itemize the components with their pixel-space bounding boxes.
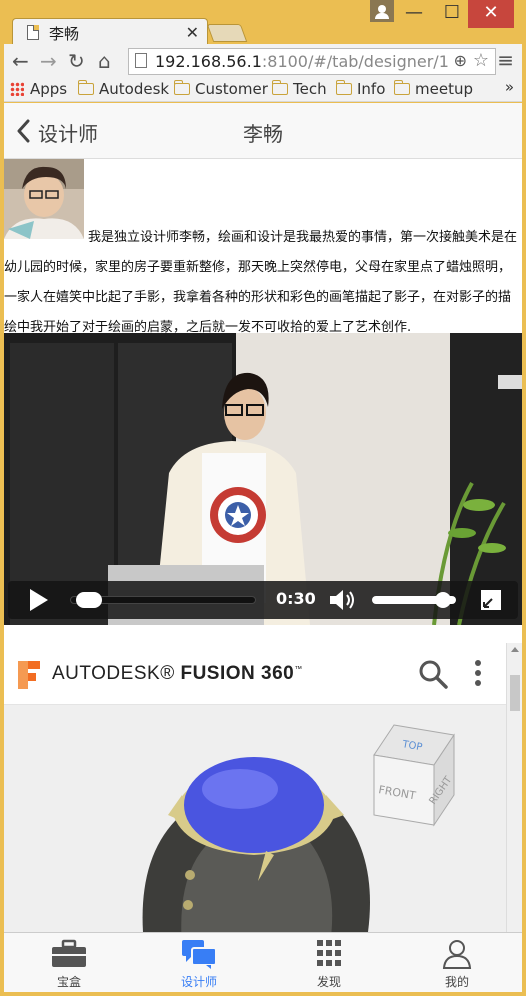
embed-header: AUTODESK® FUSION 360™: [4, 643, 506, 705]
back-arrow-icon[interactable]: ←: [12, 49, 29, 73]
bookmark-label: Info: [357, 80, 386, 98]
profile-icon[interactable]: [370, 0, 394, 22]
zoom-icon[interactable]: ⊕: [454, 51, 467, 70]
folder-icon: [394, 80, 410, 95]
bookmarks-more-icon[interactable]: »: [505, 78, 514, 96]
url-path: :8100/#/tab/designer/1: [261, 52, 449, 71]
browser-tab[interactable]: 李畅 ✕: [12, 18, 208, 46]
bookmark-label: Tech: [293, 80, 327, 98]
bookmark-tech[interactable]: Tech: [272, 80, 327, 98]
embed-scrollbar[interactable]: [506, 643, 522, 932]
menu-icon[interactable]: ≡: [497, 48, 514, 72]
brand-product: FUSION 360: [180, 663, 295, 684]
apps-grid-icon: [10, 82, 24, 96]
designer-bio: 我是独立设计师李畅，绘画和设计是我最热爱的事情，第一次接触美术是在幼儿园的时候，…: [4, 223, 518, 343]
home-icon[interactable]: ⌂: [98, 49, 111, 73]
fusion-brand: AUTODESK® FUSION 360™: [52, 663, 303, 684]
title-bar: 李畅 ✕ — ☐ ✕: [0, 0, 526, 46]
forward-arrow-icon[interactable]: →: [40, 49, 57, 73]
tab-discover[interactable]: 发现: [264, 933, 394, 992]
new-tab-button[interactable]: [206, 24, 248, 42]
designer-detail: 我是独立设计师李畅，绘画和设计是我最热爱的事情，第一次接触美术是在幼儿园的时候，…: [4, 159, 522, 932]
brand-prefix: AUTODESK: [52, 663, 161, 684]
bottom-tab-bar: 宝盒 设计师 发现 我的: [4, 932, 522, 992]
address-bar[interactable]: 192.168.56.1:8100/#/tab/designer/1 ⊕ ☆: [128, 48, 496, 75]
viewcube-icon: TOP FRONT RIGHT: [373, 724, 455, 827]
bookmark-customer[interactable]: Customer: [174, 80, 268, 98]
progress-thumb[interactable]: [76, 592, 103, 608]
url-text[interactable]: 192.168.56.1:8100/#/tab/designer/1: [155, 52, 449, 71]
folder-icon: [272, 80, 288, 95]
tab-baohe[interactable]: 宝盒: [4, 933, 134, 992]
reload-icon[interactable]: ↻: [68, 49, 85, 73]
bookmark-star-icon[interactable]: ☆: [473, 50, 489, 71]
folder-icon: [174, 80, 190, 95]
fusion-logo-icon: [18, 661, 40, 689]
play-icon[interactable]: [30, 589, 48, 611]
folder-icon: [78, 80, 94, 95]
browser-window: 李畅 ✕ — ☐ ✕ ← → ↻ ⌂ 192.168.56.1:8100/#/t…: [0, 0, 526, 996]
more-vertical-icon[interactable]: [474, 659, 482, 687]
video-time: 0:30: [276, 589, 316, 608]
tab-designer[interactable]: 设计师: [134, 933, 264, 992]
grid-icon: [317, 940, 341, 966]
bookmark-label: Customer: [195, 80, 268, 98]
person-icon: [442, 940, 472, 969]
tab-mine[interactable]: 我的: [392, 933, 522, 992]
search-icon[interactable]: [418, 659, 448, 689]
page-info-icon[interactable]: [135, 53, 147, 68]
page-icon: [27, 25, 39, 40]
scroll-thumb[interactable]: [510, 675, 520, 711]
bookmark-meetup[interactable]: meetup: [394, 80, 473, 98]
ring-model: TOP FRONT RIGHT: [4, 705, 506, 932]
scroll-up-icon[interactable]: [511, 647, 519, 652]
page-title: 李畅: [243, 122, 283, 146]
chat-icon: [182, 940, 217, 969]
fusion-embed[interactable]: AUTODESK® FUSION 360™ TOP FRONT RIGHT: [4, 643, 522, 932]
tab-label: 我的: [444, 975, 469, 989]
tab-label: 设计师: [180, 975, 217, 989]
volume-thumb[interactable]: [435, 592, 452, 608]
tab-title: 李畅: [49, 25, 80, 43]
fullscreen-icon[interactable]: [480, 589, 502, 611]
app-viewport: 设计师 李畅 我是独立设计师李畅，绘画和设计是我最热爱的事情，第一次接触美术是在…: [4, 103, 522, 992]
tab-close-icon[interactable]: ✕: [186, 23, 199, 42]
video-player[interactable]: 0:30: [4, 333, 522, 625]
bio-text: 我是独立设计师李畅，绘画和设计是我最热爱的事情，第一次接触美术是在幼儿园的时候，…: [4, 230, 518, 335]
video-controls: 0:30: [8, 581, 518, 619]
volume-icon[interactable]: [328, 587, 358, 613]
briefcase-icon: [52, 939, 86, 967]
bookmark-label: meetup: [415, 80, 473, 98]
bookmark-autodesk[interactable]: Autodesk: [78, 80, 169, 98]
tab-label: 发现: [316, 975, 341, 989]
bookmark-apps[interactable]: Apps: [10, 80, 67, 98]
close-window-button[interactable]: ✕: [468, 0, 514, 28]
browser-toolbar: ← → ↻ ⌂ 192.168.56.1:8100/#/tab/designer…: [4, 44, 522, 78]
bookmark-info[interactable]: Info: [336, 80, 385, 98]
model-viewport[interactable]: TOP FRONT RIGHT: [4, 705, 506, 932]
url-host: 192.168.56.1: [155, 52, 262, 71]
bookmark-label: Apps: [30, 80, 68, 98]
bookmark-label: Autodesk: [99, 80, 170, 98]
folder-icon: [336, 80, 352, 95]
app-header: 设计师 李畅: [4, 103, 522, 159]
bookmarks-bar: Apps Autodesk Customer Tech Info meetup …: [4, 78, 522, 102]
tab-label: 宝盒: [56, 975, 81, 989]
